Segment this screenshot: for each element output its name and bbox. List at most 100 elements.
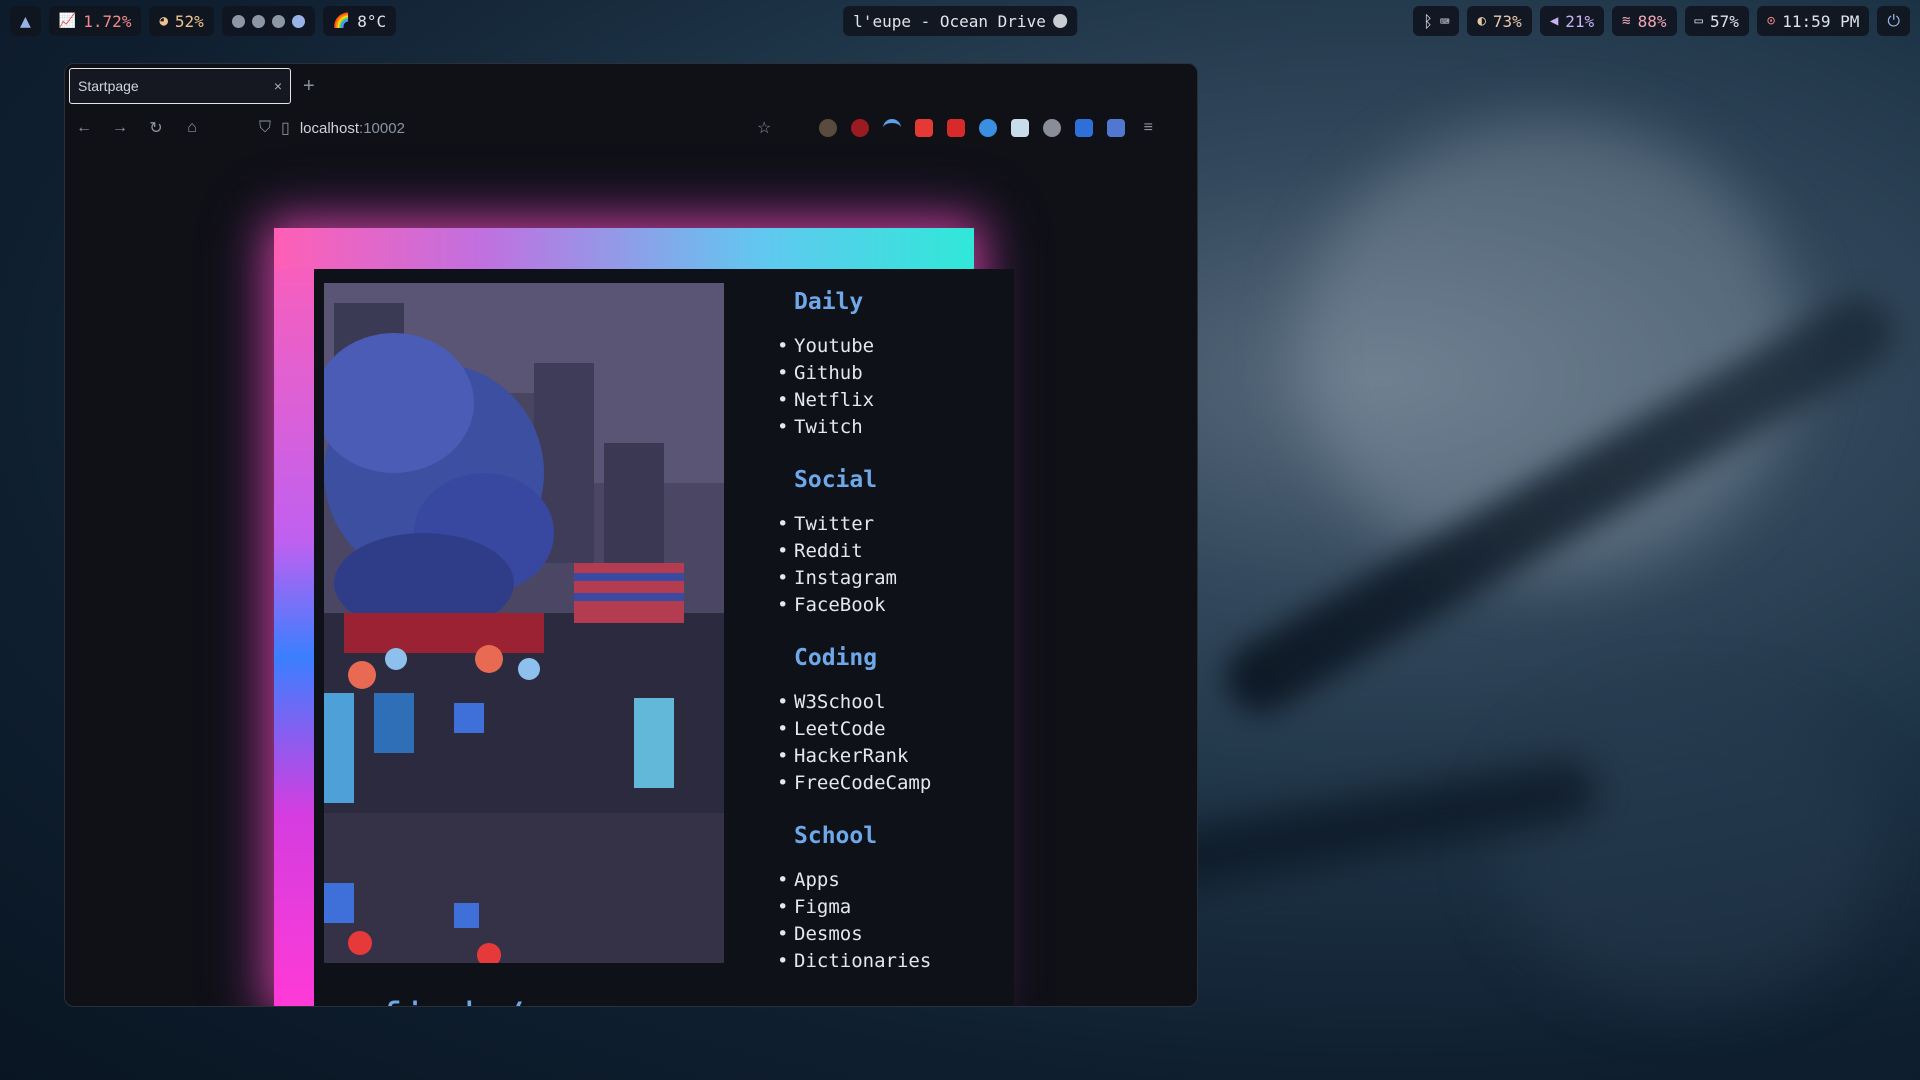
speaker-icon: ◀ [1549, 13, 1559, 29]
workspaces [221, 6, 315, 36]
brightness-icon: ◐ [1477, 13, 1486, 29]
reload-icon[interactable]: ↻ [147, 118, 165, 138]
search-bar: > find / [332, 995, 811, 1006]
bg-blur-dark [1500, 700, 1880, 1000]
close-tab-icon[interactable]: × [274, 78, 282, 94]
search-input[interactable] [550, 1005, 811, 1006]
translate-icon[interactable] [1107, 119, 1126, 137]
battery-indicator[interactable]: ▭ 57% [1684, 6, 1749, 36]
workspace-2[interactable] [251, 14, 265, 28]
bookmark-links: Daily Youtube Github Netflix Twitch Soci… [777, 289, 1014, 1001]
power-button[interactable]: ⏻ [1877, 6, 1910, 36]
new-tab-button[interactable]: + [303, 75, 315, 98]
pie-icon: ◕ [159, 13, 168, 29]
category-school: School Apps Figma Desmos Dictionaries [777, 823, 1014, 975]
nav-bar: ← → ↻ ⌂ ⛉ ▯ localhost:10002 ☆ ≡ [65, 108, 1197, 148]
forward-icon[interactable]: → [111, 119, 129, 137]
arch-logo-icon: ▲ [20, 10, 31, 32]
url-text[interactable]: localhost:10002 [300, 120, 405, 137]
url-port: :10002 [359, 119, 405, 137]
ram-indicator[interactable]: ◕ 52% [149, 6, 214, 36]
find-command: find [378, 995, 474, 1006]
cpu-value: 1.72% [83, 11, 132, 31]
extension-avatar-icon[interactable] [819, 119, 838, 137]
youtube-extension-icon[interactable] [915, 119, 934, 137]
link-hackerrank[interactable]: HackerRank [777, 743, 1014, 770]
category-daily: Daily Youtube Github Netflix Twitch [777, 289, 1014, 441]
link-netflix[interactable]: Netflix [777, 387, 1014, 414]
category-title: Daily [794, 289, 864, 315]
tab-strip: Startpage × + [65, 64, 1197, 108]
status-bar: ▲ 📈 1.72% ◕ 52% 🌈 8°C l'eupe - Ocean Dri… [10, 6, 1910, 36]
link-twitter[interactable]: Twitter [777, 511, 1014, 538]
prompt-symbol: > [332, 1000, 352, 1006]
volume-value: 21% [1565, 11, 1595, 31]
url-host: localhost [299, 119, 360, 137]
category-coding: Coding W3School LeetCode HackerRank Free… [777, 645, 1014, 797]
bitwarden-icon[interactable] [1075, 119, 1094, 137]
shield-icon[interactable]: ⛉ [259, 119, 271, 137]
link-dictionaries[interactable]: Dictionaries [777, 948, 1014, 975]
category-title: School [794, 823, 878, 849]
ram-value: 52% [174, 11, 204, 31]
link-freecodecamp[interactable]: FreeCodeCamp [777, 770, 1014, 797]
clock-icon: ⊙ [1766, 13, 1776, 29]
startpage-card: Daily Youtube Github Netflix Twitch Soci… [314, 269, 1014, 1006]
menu-icon[interactable]: ≡ [1139, 119, 1157, 137]
weather-value: 8°C [357, 11, 387, 31]
bookmark-star-icon[interactable]: ☆ [757, 118, 771, 138]
link-leetcode[interactable]: LeetCode [777, 716, 1014, 743]
bluetooth-icon[interactable]: ᛒ [1423, 12, 1433, 31]
red-pen-icon[interactable] [947, 119, 966, 137]
link-figma[interactable]: Figma [777, 894, 1014, 921]
wifi-indicator[interactable]: ≋ 88% [1612, 6, 1677, 36]
category-social: Social Twitter Reddit Instagram FaceBook [777, 467, 1014, 619]
weather-indicator[interactable]: 🌈 8°C [322, 6, 397, 36]
link-twitch[interactable]: Twitch [777, 414, 1014, 441]
volume-indicator[interactable]: ◀ 21% [1539, 6, 1605, 36]
clock-value: 11:59 PM [1782, 11, 1860, 31]
tab-startpage[interactable]: Startpage × [69, 68, 291, 104]
link-apps[interactable]: Apps [777, 867, 1014, 894]
link-facebook[interactable]: FaceBook [777, 592, 1014, 619]
workspace-1[interactable] [231, 14, 245, 28]
brightness-indicator[interactable]: ◐ 73% [1467, 6, 1532, 36]
extensions-toolbar: ≡ [819, 119, 1157, 137]
ublock-icon[interactable] [851, 119, 870, 137]
wifi-value: 88% [1637, 11, 1667, 31]
link-desmos[interactable]: Desmos [777, 921, 1014, 948]
url-bar[interactable]: ⛉ ▯ localhost:10002 [259, 118, 739, 138]
link-github[interactable]: Github [777, 360, 1014, 387]
back-icon[interactable]: ← [75, 119, 93, 137]
pixel-art-city-image [324, 283, 724, 963]
keyboard-icon[interactable]: ⌨ [1440, 12, 1450, 31]
category-title: Social [794, 467, 878, 493]
cpu-indicator[interactable]: 📈 1.72% [48, 6, 142, 36]
link-w3school[interactable]: W3School [777, 689, 1014, 716]
launcher-button[interactable]: ▲ [10, 6, 41, 36]
battery-value: 57% [1709, 11, 1739, 31]
category-title: Coding [794, 645, 878, 671]
brightness-value: 73% [1492, 11, 1522, 31]
blue-check-icon[interactable] [979, 119, 998, 137]
now-playing[interactable]: l'eupe - Ocean Drive [843, 6, 1077, 36]
chart-icon: 📈 [58, 13, 77, 29]
rainbow-icon: 🌈 [332, 13, 351, 29]
clock[interactable]: ⊙ 11:59 PM [1756, 6, 1870, 36]
link-youtube[interactable]: Youtube [777, 333, 1014, 360]
browser-window: Startpage × + ← → ↻ ⌂ ⛉ ▯ localhost:1000… [64, 63, 1198, 1007]
workspace-4-active[interactable] [291, 14, 305, 28]
spotify-icon [1052, 14, 1067, 28]
battery-icon: ▭ [1694, 13, 1703, 29]
link-reddit[interactable]: Reddit [777, 538, 1014, 565]
startpage: Daily Youtube Github Netflix Twitch Soci… [65, 148, 1197, 1006]
home-icon[interactable]: ⌂ [183, 119, 201, 137]
screenshot-icon[interactable] [1011, 119, 1030, 137]
arc-extension-icon[interactable] [883, 119, 902, 137]
incognito-icon[interactable] [1043, 119, 1062, 137]
track-title: l'eupe - Ocean Drive [853, 11, 1046, 31]
search-separator: / [501, 995, 525, 1006]
link-instagram[interactable]: Instagram [777, 565, 1014, 592]
workspace-3[interactable] [271, 14, 285, 28]
tray: ᛒ ⌨ [1413, 6, 1460, 36]
